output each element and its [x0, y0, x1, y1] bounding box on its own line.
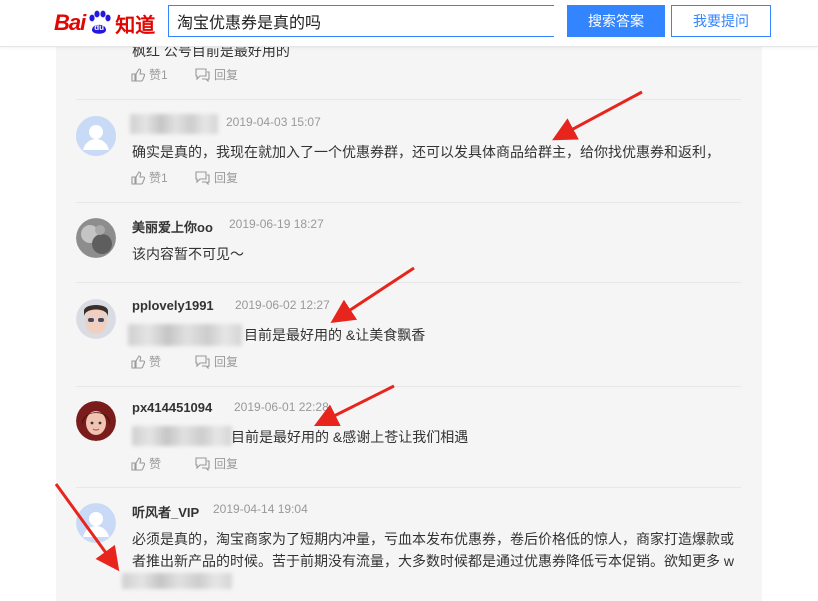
- comment-content: 目前是最好用的 &感谢上苍让我们相遇: [231, 429, 469, 445]
- thumb-up-icon: [131, 67, 145, 82]
- avatar[interactable]: [76, 401, 116, 441]
- user-photo-icon: [76, 401, 116, 441]
- reply-button[interactable]: 回复: [195, 66, 238, 83]
- reply-label: 回复: [214, 171, 239, 185]
- avatar[interactable]: [76, 299, 116, 339]
- paw-icon: du: [86, 10, 112, 36]
- search-input[interactable]: [168, 5, 554, 37]
- default-avatar-icon: [76, 503, 116, 543]
- content-redacted: [132, 426, 232, 446]
- username[interactable]: 美丽爱上你oo: [132, 217, 213, 236]
- logo-text-latin: Bai: [54, 10, 86, 35]
- username[interactable]: px414451094: [132, 400, 212, 415]
- timestamp: 2019-04-03 15:07: [226, 115, 321, 129]
- comment-content: 确实是真的，我现在就加入了一个优惠券群，还可以发具体商品给群主，给你找优惠券和返…: [132, 144, 720, 160]
- reply-button[interactable]: 回复: [195, 169, 238, 186]
- logo-text-cn: 知道: [115, 14, 156, 37]
- default-avatar-icon: [76, 116, 116, 156]
- divider: [76, 487, 741, 488]
- comment-content-line2: 者推出新产品的时候。苦于前期没有流量，大多数时候都是通过优惠券降低亏本促销。欲知…: [132, 553, 734, 569]
- reply-label: 回复: [214, 68, 239, 82]
- comment-panel: 枫红 公号目前是最好用的 赞1 回复 2019-04-03 15:07 确实是真…: [56, 43, 762, 601]
- divider: [76, 386, 741, 387]
- thumb-up-icon: [131, 354, 145, 369]
- like-button[interactable]: 赞: [131, 455, 161, 472]
- baidu-zhidao-logo[interactable]: Bai du 知道: [54, 8, 155, 38]
- reply-label: 回复: [214, 457, 239, 471]
- like-button[interactable]: 赞1: [131, 169, 168, 186]
- thumb-up-icon: [131, 456, 145, 471]
- timestamp: 2019-06-01 22:28: [234, 400, 329, 414]
- reply-label: 回复: [214, 355, 239, 369]
- username[interactable]: pplovely1991: [132, 298, 214, 313]
- username-redacted: [130, 114, 218, 134]
- avatar[interactable]: [76, 218, 116, 258]
- avatar[interactable]: [76, 503, 116, 543]
- divider: [76, 99, 741, 100]
- ask-question-button[interactable]: 我要提问: [671, 5, 771, 37]
- user-photo-icon: [76, 218, 116, 258]
- like-count: 赞: [149, 355, 162, 369]
- avatar[interactable]: [76, 116, 116, 156]
- comment-icon: [195, 170, 210, 185]
- search-answer-button[interactable]: 搜索答案: [567, 5, 665, 37]
- reply-button[interactable]: 回复: [195, 353, 238, 370]
- timestamp: 2019-06-19 18:27: [229, 217, 324, 231]
- timestamp: 2019-04-14 19:04: [213, 502, 308, 516]
- divider: [76, 202, 741, 203]
- like-button[interactable]: 赞: [131, 353, 161, 370]
- comment-content-line1: 必须是真的，淘宝商家为了短期内冲量，亏血本发布优惠券，卷后价格低的惊人，商家打造…: [132, 531, 734, 547]
- comment-content: 该内容暂不可见～: [132, 246, 244, 262]
- user-photo-icon: [76, 299, 116, 339]
- like-button[interactable]: 赞1: [131, 66, 168, 83]
- reply-button[interactable]: 回复: [195, 455, 238, 472]
- comment-content: 目前是最好用的 &让美食飘香: [244, 327, 426, 343]
- top-bar: Bai du 知道 搜索答案 我要提问: [0, 0, 818, 47]
- like-count: 赞1: [149, 171, 168, 185]
- username[interactable]: 听风者_VIP: [132, 502, 199, 521]
- divider: [76, 282, 741, 283]
- timestamp: 2019-06-02 12:27: [235, 298, 330, 312]
- logo-paw-text: du: [94, 23, 105, 32]
- thumb-up-icon: [131, 170, 145, 185]
- comment-icon: [195, 354, 210, 369]
- comment-icon: [195, 456, 210, 471]
- like-count: 赞: [149, 457, 162, 471]
- comment-icon: [195, 67, 210, 82]
- content-redacted: [128, 324, 242, 346]
- content-redacted: [122, 573, 232, 589]
- like-count: 赞1: [149, 68, 168, 82]
